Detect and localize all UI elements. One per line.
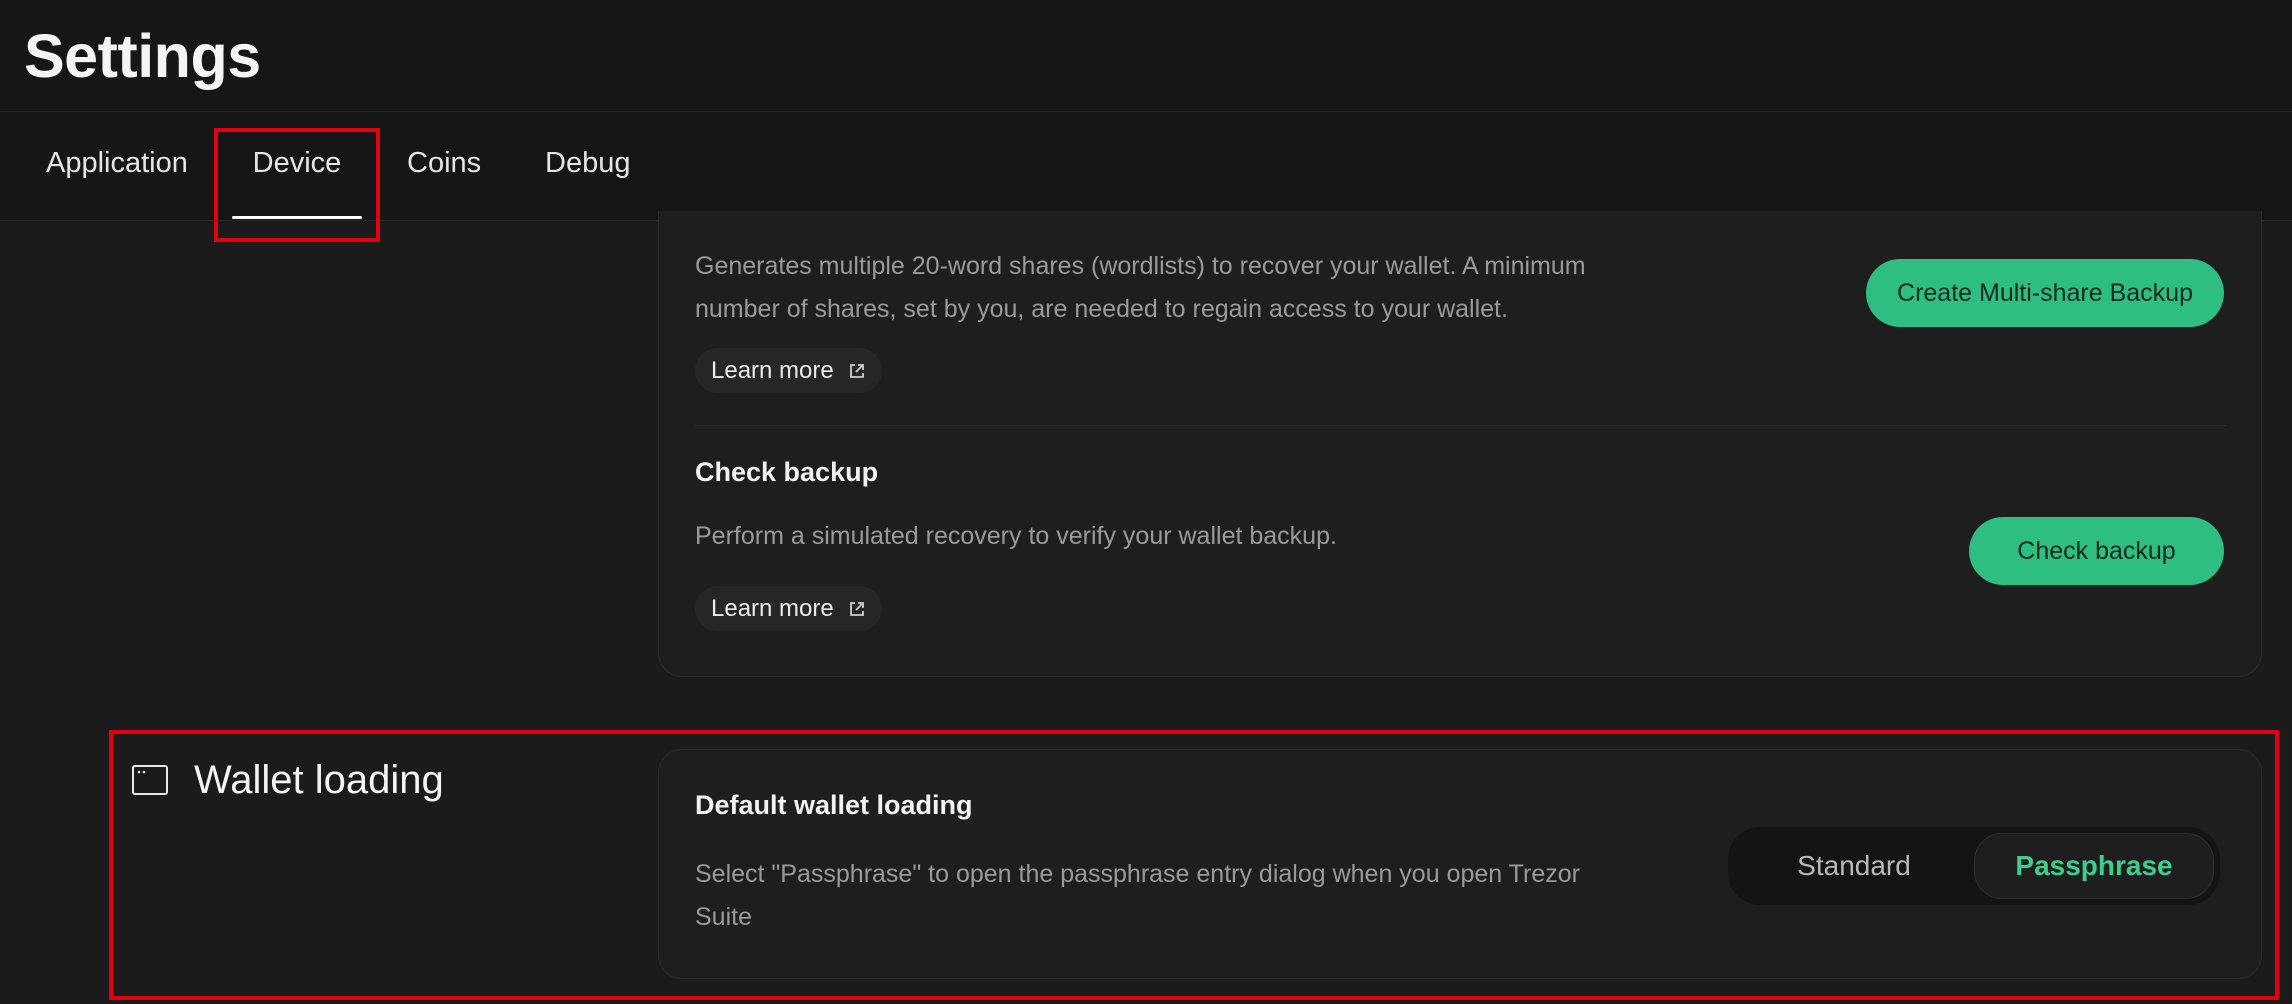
- settings-tabs: Application Device Coins Debug: [0, 112, 2292, 221]
- multishare-description-line1: Generates multiple 20-word shares (wordl…: [695, 252, 1586, 280]
- external-link-icon: [848, 362, 866, 380]
- tab-debug[interactable]: Debug: [545, 112, 630, 221]
- check-backup-description: Perform a simulated recovery to verify y…: [695, 522, 1337, 550]
- wallet-loading-switch: Standard Passphrase: [1728, 827, 2220, 905]
- external-link-icon: [848, 600, 866, 618]
- check-backup-title: Check backup: [695, 457, 879, 487]
- learn-more-label: Learn more: [711, 595, 834, 622]
- wallet-loading-card: Default wallet loading Select "Passphras…: [658, 749, 2262, 979]
- tab-coins[interactable]: Coins: [407, 112, 481, 221]
- multishare-description-line2: number of shares, set by you, are needed…: [695, 295, 1508, 323]
- wallet-loading-section-title: Wallet loading: [194, 758, 444, 802]
- multishare-description: Generates multiple 20-word shares (wordl…: [695, 245, 1586, 331]
- check-backup-learn-more-link[interactable]: Learn more: [695, 586, 882, 631]
- default-wallet-loading-title: Default wallet loading: [695, 790, 973, 820]
- learn-more-label: Learn more: [711, 357, 834, 384]
- active-tab-indicator: [232, 216, 362, 219]
- multishare-learn-more-link[interactable]: Learn more: [695, 348, 882, 393]
- option-standard[interactable]: Standard: [1738, 833, 1970, 899]
- settings-content: Generates multiple 20-word shares (wordl…: [0, 211, 2292, 1004]
- wallet-window-icon: [132, 765, 168, 795]
- default-wallet-loading-description: Select "Passphrase" to open the passphra…: [695, 853, 1580, 939]
- option-passphrase[interactable]: Passphrase: [1974, 833, 2214, 899]
- tab-device[interactable]: Device: [232, 112, 362, 221]
- wallet-loading-description-line2: Suite: [695, 903, 752, 931]
- tab-application[interactable]: Application: [46, 112, 188, 221]
- page-header: Settings: [0, 0, 2292, 112]
- check-backup-button[interactable]: Check backup: [1969, 517, 2224, 585]
- backup-card: Generates multiple 20-word shares (wordl…: [658, 211, 2262, 677]
- page-title: Settings: [24, 22, 261, 90]
- wallet-loading-description-line1: Select "Passphrase" to open the passphra…: [695, 860, 1580, 888]
- create-multishare-backup-button[interactable]: Create Multi-share Backup: [1866, 259, 2224, 327]
- row-divider: [695, 425, 2227, 426]
